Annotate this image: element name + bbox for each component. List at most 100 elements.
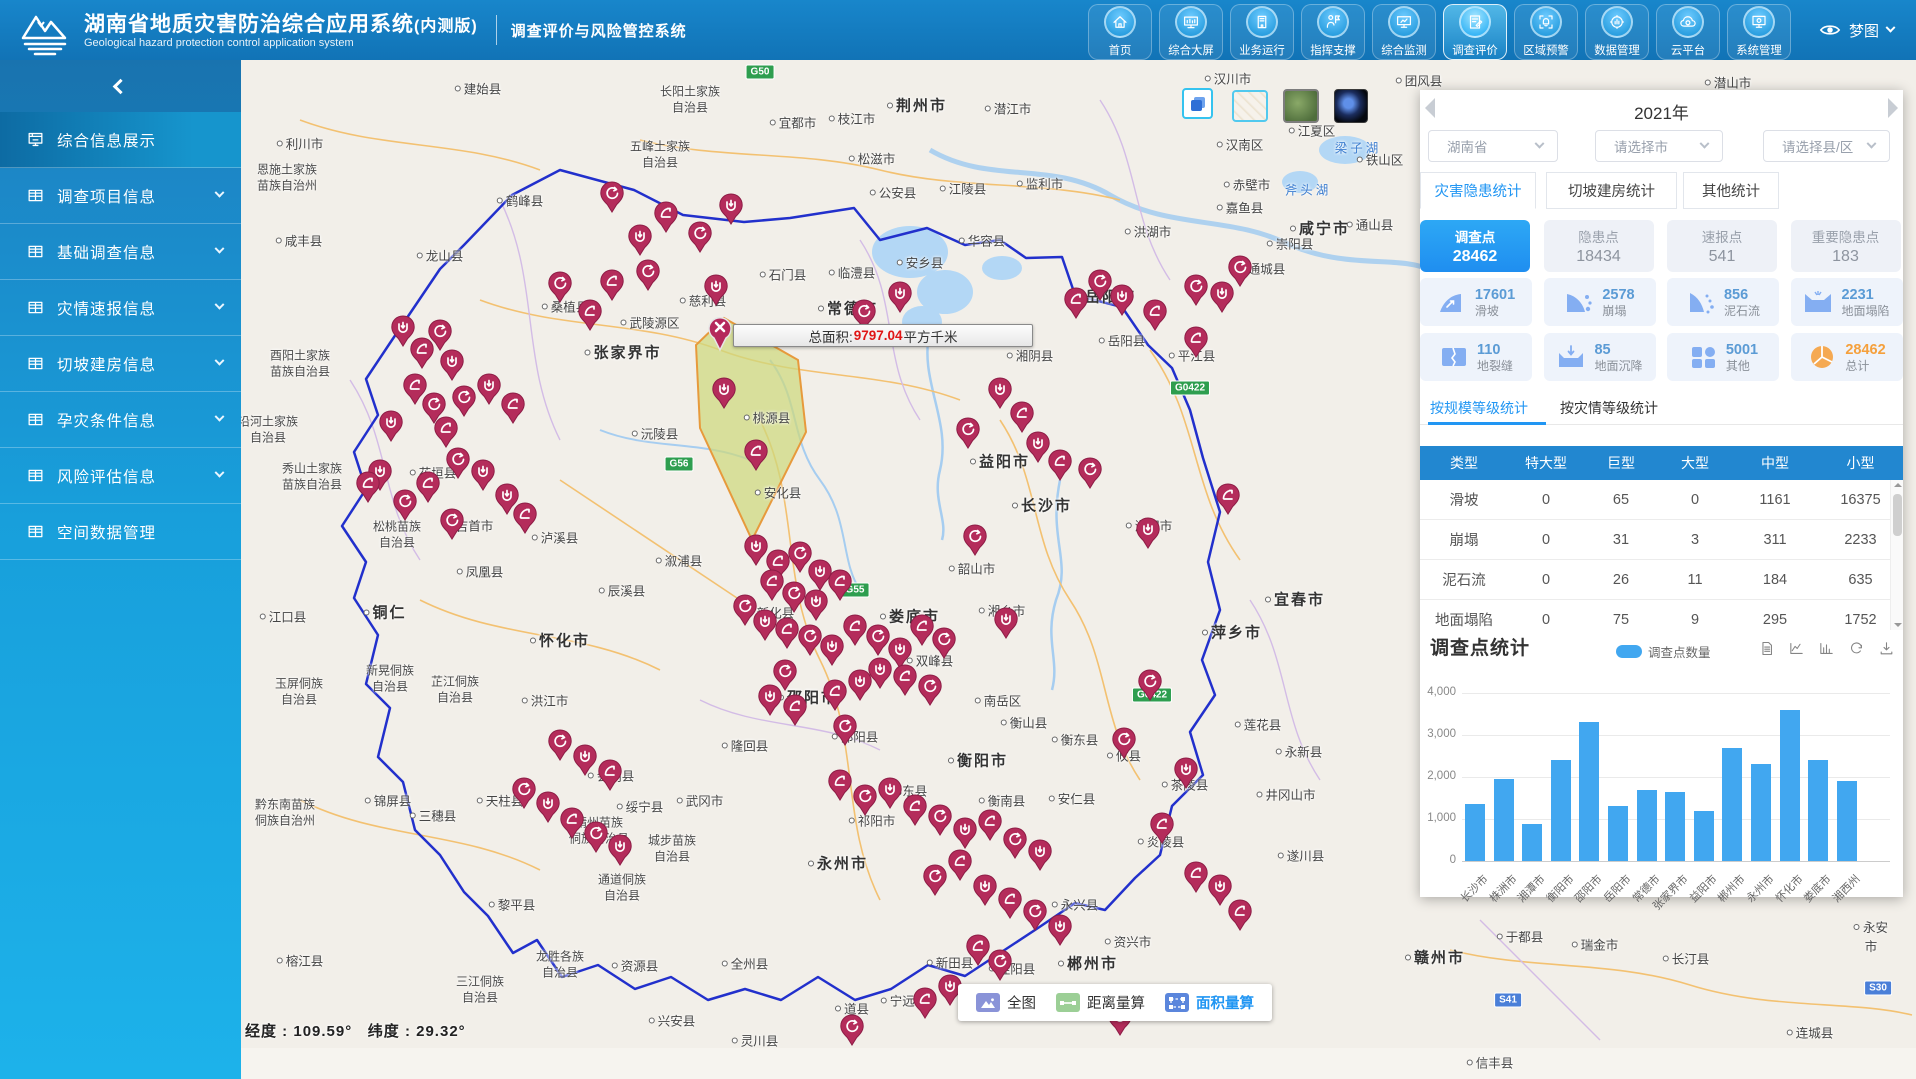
nav-tab-区域预警[interactable]: 区域预警 [1514, 4, 1578, 60]
line-chart-icon[interactable] [1788, 640, 1805, 662]
bar-常德市[interactable] [1637, 790, 1657, 861]
hazard-point-pin[interactable] [923, 864, 947, 896]
data-view-icon[interactable] [1758, 640, 1775, 662]
hazard-point-pin[interactable] [833, 714, 857, 746]
hazard-point-pin[interactable] [1138, 669, 1162, 701]
hazard-point-pin[interactable] [379, 410, 403, 442]
subtab-按灾情等级统计[interactable]: 按灾情等级统计 [1560, 398, 1658, 418]
hazard-point-pin[interactable] [1143, 299, 1167, 331]
hazard-point-pin[interactable] [636, 259, 660, 291]
hazard-point-pin[interactable] [888, 281, 912, 313]
距离量算-button[interactable]: 距离量算 [1056, 992, 1145, 1013]
nav-tab-系统管理[interactable]: 系统管理 [1727, 4, 1791, 60]
hazard-point-pin[interactable] [918, 674, 942, 706]
nav-tab-指挥支撑[interactable]: 指挥支撑 [1301, 4, 1365, 60]
region-select-2[interactable]: 请选择县/区 [1763, 130, 1890, 162]
hazard-point-pin[interactable] [501, 392, 525, 424]
bar-湘西州[interactable] [1837, 781, 1857, 861]
hazard-point-pin[interactable] [1184, 274, 1208, 306]
hazard-point-pin[interactable] [840, 1014, 864, 1046]
stat-card-调查点[interactable]: 调查点28462 [1420, 220, 1530, 272]
bar-chart-icon[interactable] [1818, 640, 1835, 662]
download-icon[interactable] [1878, 640, 1895, 662]
sidebar-item-风险评估信息[interactable]: 风险评估信息 [0, 448, 241, 504]
hazard-point-pin[interactable] [848, 669, 872, 701]
bar-怀化市[interactable] [1780, 710, 1800, 861]
bar-湘潭市[interactable] [1522, 824, 1542, 861]
table-row[interactable]: 地面塌陷07592951752 [1420, 600, 1903, 630]
hazard-point-pin[interactable] [477, 373, 501, 405]
hazard-point-pin[interactable] [440, 349, 464, 381]
hazard-point-pin[interactable] [775, 617, 799, 649]
basemap-globe-thumbnail[interactable] [1334, 89, 1368, 123]
subtab-按规模等级统计[interactable]: 按规模等级统计 [1430, 398, 1528, 418]
hazard-point-pin[interactable] [782, 581, 806, 613]
hazard-point-pin[interactable] [1026, 431, 1050, 463]
refresh-icon[interactable] [1848, 640, 1865, 662]
hazard-point-pin[interactable] [903, 794, 927, 826]
sidebar-item-基础调查信息[interactable]: 基础调查信息 [0, 224, 241, 280]
hazard-point-pin[interactable] [573, 744, 597, 776]
bar-衡阳市[interactable] [1551, 760, 1571, 861]
hazard-point-pin[interactable] [994, 607, 1018, 639]
hazard-point-pin[interactable] [828, 769, 852, 801]
hazard-point-pin[interactable] [513, 502, 537, 534]
hazard-point-pin[interactable] [598, 759, 622, 791]
hazard-point-pin[interactable] [440, 508, 464, 540]
hazard-point-pin[interactable] [536, 791, 560, 823]
tab-灾害隐患统计[interactable]: 灾害隐患统计 [1420, 172, 1536, 209]
hazard-point-pin[interactable] [356, 471, 380, 503]
hazard-point-pin[interactable] [760, 569, 784, 601]
hazard-point-pin[interactable] [471, 459, 495, 491]
table-row[interactable]: 泥石流02611184635 [1420, 560, 1903, 600]
hazard-point-pin[interactable] [704, 274, 728, 306]
measure-close-pin[interactable] [706, 314, 734, 352]
hazard-point-pin[interactable] [744, 439, 768, 471]
sidebar-item-综合信息展示[interactable]: 综合信息展示 [0, 112, 241, 168]
hazard-point-pin[interactable] [1150, 812, 1174, 844]
hazard-point-pin[interactable] [988, 949, 1012, 981]
hazard-point-pin[interactable] [928, 804, 952, 836]
hazard-point-pin[interactable] [1010, 401, 1034, 433]
hazard-point-pin[interactable] [1088, 269, 1112, 301]
hazard-point-pin[interactable] [1023, 899, 1047, 931]
hazard-point-pin[interactable] [584, 821, 608, 853]
bar-长沙市[interactable] [1465, 804, 1485, 861]
hazard-point-pin[interactable] [1228, 255, 1252, 287]
sidebar-item-切坡建房信息[interactable]: 切坡建房信息 [0, 336, 241, 392]
hazard-point-pin[interactable] [560, 807, 584, 839]
hazard-point-pin[interactable] [719, 193, 743, 225]
hazard-point-pin[interactable] [712, 377, 736, 409]
basemap-satellite-thumbnail[interactable] [1283, 89, 1319, 123]
hazard-point-pin[interactable] [978, 809, 1002, 841]
table-row[interactable]: 滑坡0650116116375 [1420, 480, 1903, 520]
hazard-point-pin[interactable] [512, 777, 536, 809]
hazard-point-pin[interactable] [820, 634, 844, 666]
sidebar-collapse-button[interactable] [0, 60, 241, 112]
next-year-button[interactable] [1888, 98, 1898, 118]
hazard-point-pin[interactable] [913, 987, 937, 1019]
hazard-point-pin[interactable] [416, 471, 440, 503]
hazard-point-pin[interactable] [988, 377, 1012, 409]
hazard-point-pin[interactable] [932, 627, 956, 659]
region-select-1[interactable]: 请选择市 [1595, 130, 1723, 162]
table-row[interactable]: 崩塌03133112233 [1420, 520, 1903, 560]
hazard-point-pin[interactable] [758, 684, 782, 716]
hazard-point-pin[interactable] [434, 416, 458, 448]
hazard-point-pin[interactable] [798, 624, 822, 656]
hazard-point-pin[interactable] [608, 834, 632, 866]
hazard-point-pin[interactable] [688, 221, 712, 253]
hazard-point-pin[interactable] [654, 201, 678, 233]
nav-tab-首页[interactable]: 首页 [1088, 4, 1152, 60]
hazard-point-pin[interactable] [843, 614, 867, 646]
sidebar-item-调查项目信息[interactable]: 调查项目信息 [0, 168, 241, 224]
hazard-point-pin[interactable] [428, 319, 452, 351]
hazard-point-pin[interactable] [1136, 517, 1160, 549]
bar-永州市[interactable] [1751, 764, 1771, 861]
hazard-point-pin[interactable] [956, 417, 980, 449]
table-scrollbar[interactable] [1890, 480, 1903, 630]
hazard-point-pin[interactable] [1028, 839, 1052, 871]
basemap-street-thumbnail[interactable] [1232, 90, 1268, 122]
hazard-point-pin[interactable] [783, 694, 807, 726]
scrollbar-thumb[interactable] [1893, 494, 1902, 536]
